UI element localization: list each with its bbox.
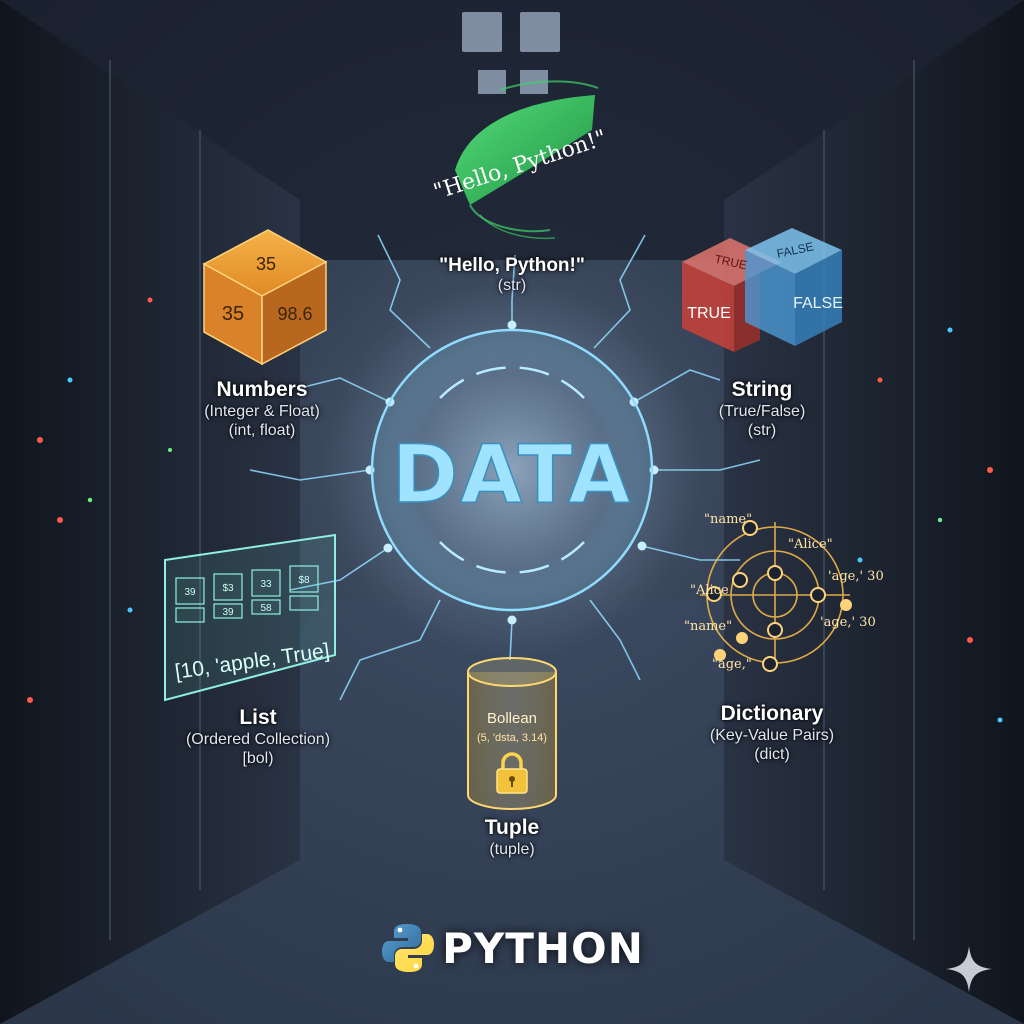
list-cell-2: $3	[222, 583, 234, 594]
tuple-cylinder: Bollean (5, 'dsta, 3.14)	[467, 657, 557, 810]
string-type-code: (str)	[497, 277, 527, 295]
python-logo-icon	[382, 924, 435, 972]
list-cell-1: 39	[184, 587, 196, 598]
numbers-title: Numbers	[216, 378, 308, 401]
boolean-label: String (True/False) (str)	[662, 378, 862, 441]
sparkle-icon	[946, 946, 992, 992]
string-type-label: "Hello, Python!" (str)	[402, 255, 622, 296]
tuple-title: Tuple	[484, 816, 540, 839]
list-cell-4: $8	[298, 575, 310, 586]
data-core: DATA	[322, 280, 702, 660]
list-title: List	[239, 706, 277, 729]
list-label: List (Ordered Collection) [bol)	[158, 706, 358, 769]
core-title: DATA	[392, 428, 632, 521]
list-cell-6: 58	[260, 603, 272, 614]
infographic-stage: DATA "Hello, Python!" 35 35 98.6 TRUE FA…	[0, 0, 1024, 1024]
dict-key-5: "name"	[684, 619, 732, 634]
dictionary-title: Dictionary	[720, 702, 824, 725]
list-code: [bol)	[242, 749, 274, 767]
string-type-title: "Hello, Python!"	[439, 255, 585, 276]
tuple-label: Tuple (tuple)	[412, 816, 612, 860]
bool-true-text: TRUE	[687, 305, 731, 322]
cylinder-values: (5, 'dsta, 3.14)	[477, 732, 547, 744]
cylinder-title: Bollean	[487, 710, 537, 727]
dict-key-3: "Alice	[690, 583, 729, 598]
dictionary-label: Dictionary (Key-Value Pairs) (dict)	[672, 702, 872, 765]
numbers-desc: (Integer & Float)	[204, 402, 320, 420]
python-brand: PYTHON	[362, 916, 662, 980]
tuple-code: (tuple)	[489, 840, 535, 858]
dict-key-1: "name"	[704, 512, 752, 527]
boolean-title: String	[731, 378, 793, 401]
dictionary-desc: (Key-Value Pairs)	[709, 726, 835, 744]
numbers-label: Numbers (Integer & Float) (int, float)	[162, 378, 362, 441]
numbers-code: (int, float)	[228, 421, 296, 439]
dictionary-code: (dict)	[754, 745, 790, 763]
list-cell-3: 33	[260, 579, 272, 590]
dict-key-2: "Alice"	[788, 537, 833, 552]
cube-left-number: 35	[222, 303, 244, 325]
dict-key-6: 'age,' 30	[820, 615, 876, 630]
cube-top-number: 35	[256, 254, 276, 274]
cube-right-number: 98.6	[277, 304, 312, 324]
server-room-background: DATA "Hello, Python!" 35 35 98.6 TRUE FA…	[0, 0, 1024, 1024]
list-cell-5: 39	[222, 607, 234, 618]
boolean-desc: (True/False)	[718, 402, 806, 420]
dict-key-4: 'age,' 30	[828, 569, 884, 584]
dict-key-7: "age,"	[712, 657, 752, 672]
python-brand-text: PYTHON	[442, 923, 644, 973]
bool-false-text: FALSE	[793, 295, 843, 312]
boolean-code: (str)	[747, 421, 777, 439]
list-desc: (Ordered Collection)	[185, 730, 331, 748]
